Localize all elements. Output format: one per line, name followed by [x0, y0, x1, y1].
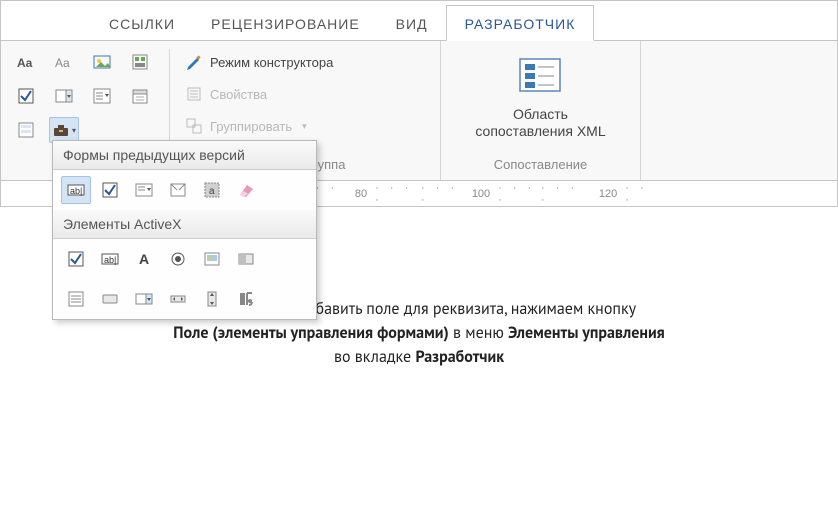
activex-row1: ab| A — [53, 239, 316, 279]
activex-row2 — [53, 279, 316, 319]
properties-icon — [184, 85, 204, 103]
caption-b3: Разработчик — [415, 347, 504, 367]
picture-control-icon[interactable] — [87, 49, 117, 75]
date-picker-control-icon[interactable] — [125, 83, 155, 109]
ruler-120: 120 — [599, 188, 617, 200]
legacy-reset-button[interactable] — [231, 176, 261, 204]
xml-map-label-1: Область — [513, 106, 568, 122]
tab-developer[interactable]: РАЗРАБОТЧИК — [446, 5, 595, 41]
chevron-down-icon: ▾ — [302, 121, 307, 132]
tab-review[interactable]: РЕЦЕНЗИРОВАНИЕ — [193, 6, 378, 40]
ruler-100: 100 — [472, 188, 490, 200]
combobox-control-icon[interactable] — [49, 83, 79, 109]
building-block-control-icon[interactable] — [125, 49, 155, 75]
svg-text:A: A — [139, 251, 149, 267]
svg-text:a: a — [209, 186, 215, 197]
legacy-tools-dropdown: Формы предыдущих версий ab| a Элементы A… — [52, 140, 317, 320]
svg-text:ab|: ab| — [104, 255, 116, 265]
legacy-checkbox-button[interactable] — [95, 176, 125, 204]
activex-header: Элементы ActiveX — [53, 210, 316, 239]
caption-t3: во вкладке — [334, 347, 415, 367]
legacy-frame-button[interactable] — [163, 176, 193, 204]
design-mode-icon — [184, 53, 204, 71]
ax-spin-button[interactable] — [197, 285, 227, 313]
legacy-dropdown-button[interactable] — [129, 176, 159, 204]
ax-listbox-button[interactable] — [61, 285, 91, 313]
properties-label: Свойства — [210, 87, 267, 102]
ax-option-button[interactable] — [163, 245, 193, 273]
caption-b2: Элементы управления — [508, 323, 665, 343]
repeating-section-control-icon[interactable] — [11, 117, 41, 143]
rich-text-control-icon[interactable]: Aa — [11, 49, 41, 75]
ax-toggle-button[interactable] — [231, 245, 261, 273]
xml-structure-icon — [475, 55, 605, 98]
caption-t2: в меню — [449, 323, 508, 343]
svg-text:ab|: ab| — [70, 186, 82, 196]
ax-more-controls-button[interactable] — [231, 285, 261, 313]
xml-mapping-button[interactable]: Область сопоставления XML — [475, 49, 605, 140]
ax-image-button[interactable] — [197, 245, 227, 273]
ribbon-tabs: ССЫЛКИ РЕЦЕНЗИРОВАНИЕ ВИД РАЗРАБОТЧИК — [1, 1, 837, 41]
ruler-80: 80 — [355, 188, 367, 200]
checkbox-control-icon[interactable] — [11, 83, 41, 109]
xml-map-label-2: сопоставления XML — [475, 123, 605, 139]
design-mode-button[interactable]: Режим конструктора — [180, 49, 430, 75]
xml-group-label: Сопоставление — [494, 157, 588, 176]
legacy-forms-row: ab| a — [53, 170, 316, 210]
legacy-shading-button[interactable]: a — [197, 176, 227, 204]
caption-b1: Поле (элементы управления формами) — [173, 323, 448, 343]
app-window: ССЫЛКИ РЕЦЕНЗИРОВАНИЕ ВИД РАЗРАБОТЧИК Aa… — [0, 0, 838, 207]
group-button[interactable]: Группировать ▾ — [180, 113, 430, 139]
group-icon — [184, 117, 204, 135]
ax-scrollbar-button[interactable] — [163, 285, 193, 313]
properties-button[interactable]: Свойства — [180, 81, 430, 107]
legacy-forms-header: Формы предыдущих версий — [53, 141, 316, 170]
ax-command-button[interactable] — [95, 285, 125, 313]
controls-grid: Aa Aa — [11, 49, 159, 147]
ax-label-button[interactable]: A — [129, 245, 159, 273]
dropdown-list-control-icon[interactable] — [87, 83, 117, 109]
tab-view[interactable]: ВИД — [378, 6, 446, 40]
svg-text:Aa: Aa — [17, 56, 33, 70]
ax-combobox-button[interactable] — [129, 285, 159, 313]
legacy-text-field-button[interactable]: ab| — [61, 176, 91, 204]
svg-text:Aa: Aa — [55, 56, 70, 70]
ax-textbox-button[interactable]: ab| — [95, 245, 125, 273]
ax-checkbox-button[interactable] — [61, 245, 91, 273]
tab-links[interactable]: ССЫЛКИ — [91, 6, 193, 40]
design-mode-label: Режим конструктора — [210, 55, 333, 70]
group-button-label: Группировать — [210, 119, 292, 134]
xml-mapping-group: Область сопоставления XML Сопоставление — [441, 41, 641, 180]
plain-text-control-icon[interactable]: Aa — [49, 49, 79, 75]
